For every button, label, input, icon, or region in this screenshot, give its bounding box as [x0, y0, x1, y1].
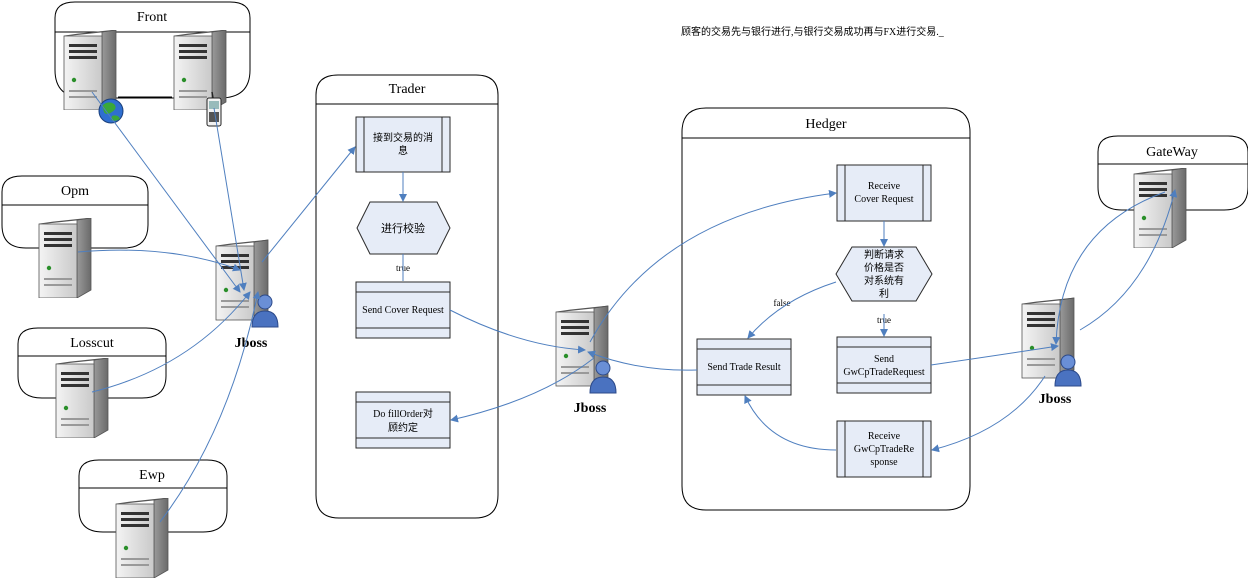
svg-text:Send Trade Result: Send Trade Result [707, 362, 781, 373]
svg-text:判断请求: 判断请求 [864, 248, 904, 261]
svg-text:sponse: sponse [870, 457, 898, 468]
svg-text:Do fillOrder对: Do fillOrder对 [373, 407, 433, 420]
svg-text:Receive: Receive [868, 181, 901, 192]
receive-gwcp-trade-response-box: Receive GwCpTradeRe sponse [836, 420, 932, 478]
send-cover-request-box: Send Cover Request [355, 281, 451, 339]
trader-title: Trader [389, 82, 426, 97]
svg-text:利: 利 [879, 288, 889, 300]
losscut-title: Losscut [70, 336, 114, 351]
svg-text:Send: Send [874, 354, 894, 365]
note-text: 顾客的交易先与银行进行,与银行交易成功再与FX进行交易._ [681, 25, 945, 38]
svg-text:Cover Request: Cover Request [854, 194, 913, 205]
opm-server-icon [38, 218, 92, 298]
gateway-title: GateWay [1146, 145, 1198, 160]
svg-text:Send Cover Request: Send Cover Request [362, 305, 444, 316]
losscut-server-icon [55, 358, 109, 438]
svg-text:接到交易的消: 接到交易的消 [373, 131, 433, 144]
jboss-left-label: Jboss [235, 336, 268, 351]
fill-order-box: Do fillOrder对 顾约定 [355, 391, 451, 449]
front-title: Front [137, 10, 167, 25]
svg-text:GwCpTradeRe: GwCpTradeRe [854, 444, 915, 455]
receive-message-box: 接到交易的消 息 [355, 116, 451, 173]
svg-text:息: 息 [398, 144, 408, 157]
svg-text:进行校验: 进行校验 [381, 221, 425, 235]
svg-text:顾约定: 顾约定 [388, 421, 418, 434]
ewp-title: Ewp [139, 468, 165, 483]
system-flow-diagram: 顾客的交易先与银行进行,与银行交易成功再与FX进行交易._ Front Opm … [1, 1, 1248, 578]
svg-text:GwCpTradeRequest: GwCpTradeRequest [843, 367, 925, 378]
svg-text:对系统有: 对系统有 [864, 274, 904, 287]
front-web-server-icon [63, 30, 117, 110]
send-gwcp-trade-request-box: Send GwCpTradeRequest [836, 336, 932, 394]
hedger-title: Hedger [805, 117, 847, 132]
opm-title: Opm [61, 184, 89, 199]
svg-text:Receive: Receive [868, 431, 901, 442]
hedger-false-label: false [774, 298, 791, 308]
send-trade-result-box: Send Trade Result [696, 338, 792, 396]
validate-decision: 进行校验 [356, 201, 451, 255]
svg-text:价格是否: 价格是否 [864, 261, 904, 274]
ewp-server-icon [115, 498, 169, 578]
receive-cover-request-box: Receive Cover Request [836, 164, 932, 222]
price-judge-decision: 判断请求 价格是否 对系统有 利 [835, 246, 933, 302]
jboss-mid-label: Jboss [574, 401, 607, 416]
jboss-right-label: Jboss [1039, 392, 1072, 407]
globe-icon [98, 98, 124, 124]
